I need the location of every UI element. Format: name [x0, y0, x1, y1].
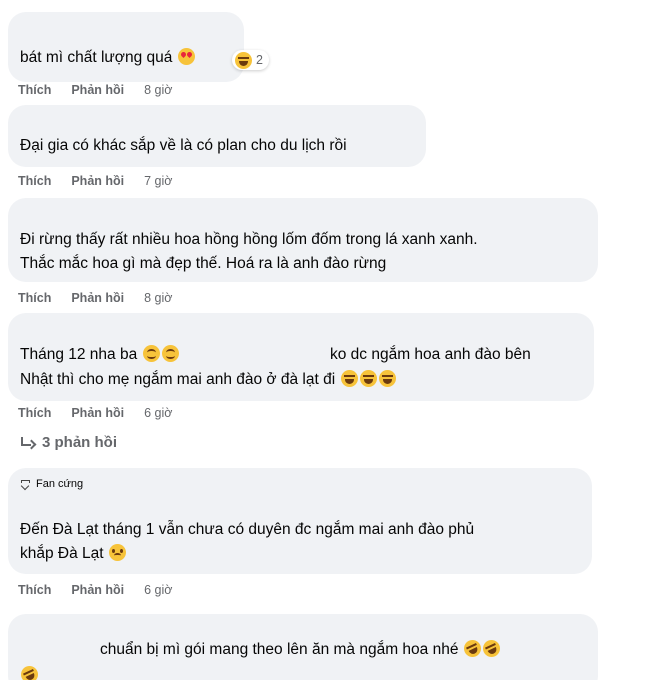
- smile-emoji-icon: [142, 345, 160, 362]
- reply-button[interactable]: Phản hồi: [71, 583, 124, 597]
- laugh-reaction-icon: [235, 51, 252, 69]
- timestamp[interactable]: 6 giờ: [144, 406, 172, 420]
- top-fan-badge: Fan cứng: [20, 478, 83, 490]
- reaction-summary[interactable]: 2: [232, 50, 269, 70]
- comment-bubble: Đi rừng thấy rất nhiều hoa hồng hồng lốm…: [8, 198, 598, 282]
- heart-eyes-emoji-icon: [177, 48, 195, 65]
- replies-count-label: 3 phản hồi: [42, 434, 117, 451]
- badge-label: Fan cứng: [36, 478, 84, 490]
- comment-text: ko dc ngắm hoa anh đào bên: [330, 346, 531, 363]
- comment-text: chuẩn bị mì gói mang theo lên ăn mà ngắm…: [100, 641, 459, 658]
- author-name-redacted: [20, 18, 120, 32]
- rofl-emoji-icon: [18, 663, 41, 680]
- comment-text: Nhật thì cho mẹ ngắm mai anh đào ở đà lạ…: [20, 371, 336, 388]
- comment-actions: Thích Phản hồi 7 giờ: [18, 173, 172, 189]
- comment-text: Đi rừng thấy rất nhiều hoa hồng hồng lốm…: [20, 231, 478, 248]
- comment-feed: bát mì chất lượng quá 2 Thích Phản hồi 8…: [0, 0, 645, 680]
- like-button[interactable]: Thích: [18, 291, 51, 305]
- laugh-emoji-icon: [378, 370, 396, 387]
- reply-button[interactable]: Phản hồi: [71, 291, 124, 305]
- comment-bubble: Tháng 12 nha ba ko dc ngắm hoa anh đào b…: [8, 313, 594, 401]
- comment-text: khắp Đà Lạt: [20, 545, 104, 562]
- comment-text: Đến Đà Lạt tháng 1 vẫn chưa có duyên đc …: [20, 521, 475, 538]
- comment-actions: Thích Phản hồi 8 giờ: [18, 82, 172, 98]
- rofl-emoji-icon: [479, 637, 503, 660]
- like-button[interactable]: Thích: [18, 174, 51, 188]
- timestamp[interactable]: 7 giờ: [144, 174, 172, 188]
- timestamp[interactable]: 8 giờ: [144, 83, 172, 97]
- laugh-emoji-icon: [359, 370, 377, 387]
- comment-bubble: Đại gia có khác sắp về là có plan cho du…: [8, 105, 426, 167]
- diamond-icon: [20, 479, 31, 489]
- smile-emoji-icon: [161, 345, 179, 362]
- comment-text: bát mì chất lượng quá: [20, 49, 173, 66]
- like-button[interactable]: Thích: [18, 406, 51, 420]
- comment-bubble: bát mì chất lượng quá: [8, 12, 244, 82]
- comment-bubble: chuẩn bị mì gói mang theo lên ăn mà ngắm…: [8, 614, 598, 680]
- reply-button[interactable]: Phản hồi: [71, 406, 124, 420]
- comment-text: Tháng 12 nha ba: [20, 346, 138, 363]
- timestamp[interactable]: 6 giờ: [144, 583, 172, 597]
- reply-button[interactable]: Phản hồi: [71, 174, 124, 188]
- view-replies-link[interactable]: 3 phản hồi: [20, 434, 117, 451]
- comment-actions: Thích Phản hồi 8 giờ: [18, 290, 172, 306]
- comment-bubble: Fan cứng Đến Đà Lạt tháng 1 vẫn chưa có …: [8, 468, 592, 574]
- comment-actions: Thích Phản hồi 6 giờ: [18, 582, 172, 598]
- comment-actions: Thích Phản hồi 6 giờ: [18, 405, 172, 421]
- reaction-count: 2: [256, 53, 263, 67]
- laugh-emoji-icon: [340, 370, 358, 387]
- like-button[interactable]: Thích: [18, 583, 51, 597]
- reply-button[interactable]: Phản hồi: [71, 83, 124, 97]
- sad-emoji-icon: [108, 544, 126, 561]
- comment-text: Đại gia có khác sắp về là có plan cho du…: [20, 137, 347, 154]
- comment-text: Thắc mắc hoa gì mà đẹp thế. Hoá ra là an…: [20, 255, 387, 272]
- like-button[interactable]: Thích: [18, 83, 51, 97]
- rofl-emoji-icon: [460, 637, 484, 660]
- reply-arrow-icon: [20, 436, 34, 449]
- timestamp[interactable]: 8 giờ: [144, 291, 172, 305]
